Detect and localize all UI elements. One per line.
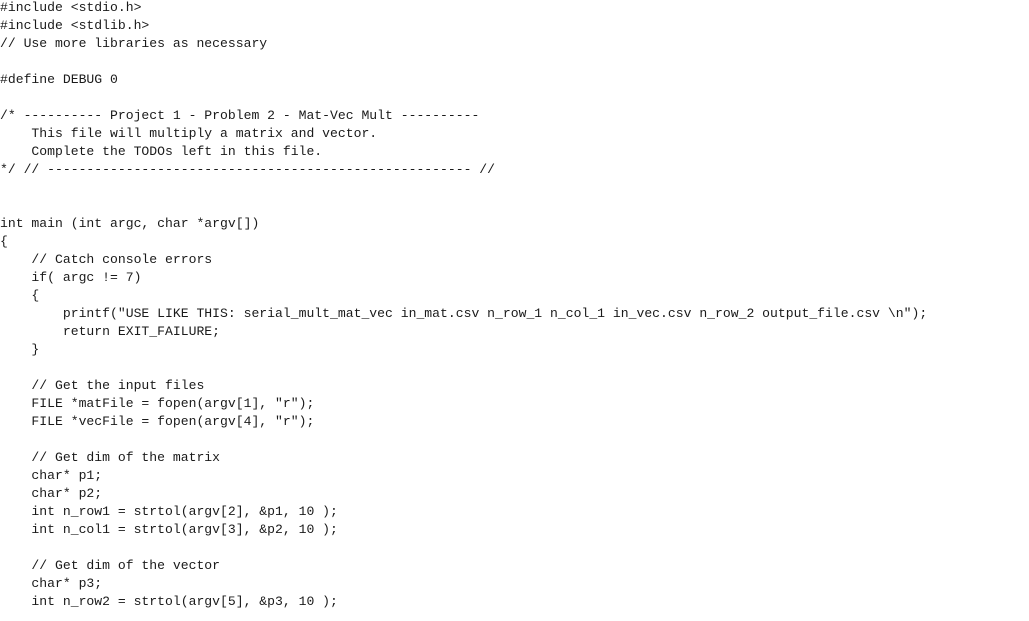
code-editor[interactable]: #include <stdio.h> #include <stdlib.h> // …	[0, 0, 927, 611]
code-line: FILE *matFile = fopen(argv[1], "r");	[0, 396, 315, 411]
code-line: return EXIT_FAILURE;	[0, 324, 221, 339]
code-line: // Get the input files	[0, 378, 205, 393]
code-line: // Get dim of the matrix	[0, 450, 221, 465]
code-line: #define DEBUG 0	[0, 72, 118, 87]
code-line: // Catch console errors	[0, 252, 213, 267]
code-line: if( argc != 7)	[0, 270, 142, 285]
code-line: // Get dim of the vector	[0, 558, 221, 573]
code-line: */ // ----------------------------------…	[0, 162, 496, 177]
code-line: Complete the TODOs left in this file.	[0, 144, 323, 159]
code-line: {	[0, 288, 40, 303]
code-line: char* p3;	[0, 576, 103, 591]
code-line: }	[0, 342, 40, 357]
code-line: #include <stdlib.h>	[0, 18, 150, 33]
code-line: char* p2;	[0, 486, 103, 501]
code-line: #include <stdio.h>	[0, 0, 142, 15]
code-line: {	[0, 234, 8, 249]
code-line: printf("USE LIKE THIS: serial_mult_mat_v…	[0, 306, 928, 321]
code-line: int n_row1 = strtol(argv[2], &p1, 10 );	[0, 504, 338, 519]
code-line: FILE *vecFile = fopen(argv[4], "r");	[0, 414, 315, 429]
code-line: /* ---------- Project 1 - Problem 2 - Ma…	[0, 108, 480, 123]
code-line: This file will multiply a matrix and vec…	[0, 126, 378, 141]
code-line: char* p1;	[0, 468, 103, 483]
code-line: int n_row2 = strtol(argv[5], &p3, 10 );	[0, 594, 338, 609]
code-line: int n_col1 = strtol(argv[3], &p2, 10 );	[0, 522, 338, 537]
code-line: // Use more libraries as necessary	[0, 36, 268, 51]
code-line: int main (int argc, char *argv[])	[0, 216, 260, 231]
